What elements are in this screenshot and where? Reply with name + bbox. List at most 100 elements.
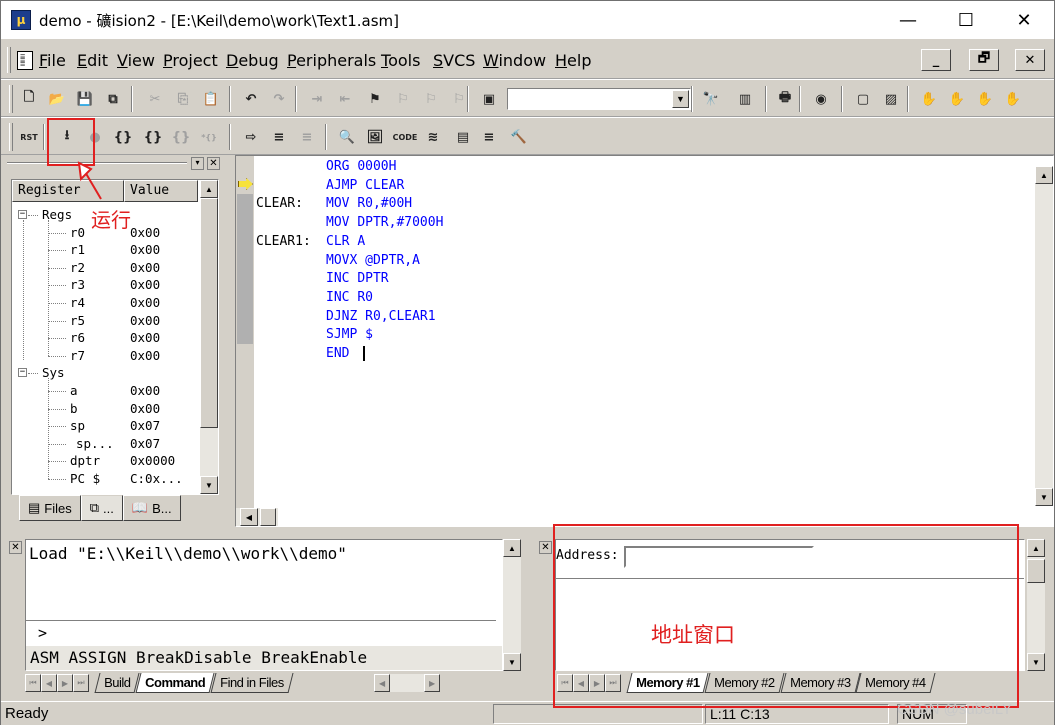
register-row[interactable]: r1 0x00 — [12, 241, 198, 259]
scroll-down-icon[interactable]: ▼ — [1027, 653, 1045, 671]
tab-books[interactable]: 📖 B... — [122, 495, 181, 521]
scroll-left-icon[interactable]: ◀ — [374, 674, 391, 692]
find-in-files-icon[interactable]: ▣ — [477, 88, 501, 110]
toolbar-grip[interactable] — [9, 85, 13, 113]
menu-grip[interactable] — [7, 47, 11, 73]
register-value[interactable]: 0x00 — [130, 277, 160, 292]
scroll-down-icon[interactable]: ▼ — [200, 476, 218, 494]
scroll-up-icon[interactable]: ▲ — [1035, 166, 1053, 184]
register-value[interactable]: 0x0000 — [130, 453, 175, 468]
open-folder-icon[interactable]: 📂 — [45, 88, 69, 110]
register-row[interactable]: r2 0x00 — [12, 259, 198, 277]
hand-icon[interactable]: ✋ — [917, 88, 941, 110]
register-value[interactable]: 0x00 — [130, 242, 160, 257]
scroll-right-icon[interactable]: ▶ — [424, 674, 441, 692]
hand-dis-icon[interactable]: ✋ — [973, 88, 997, 110]
cut-icon[interactable]: ✂ — [143, 88, 167, 110]
undo-icon[interactable]: ↶ — [239, 88, 263, 110]
hand-stop-icon[interactable]: ✋ — [945, 88, 969, 110]
bookmark-toggle-icon[interactable]: ⚑ — [363, 88, 387, 110]
save-all-icon[interactable]: ⧉ — [101, 88, 125, 110]
maximize-button[interactable]: ☐ — [937, 1, 995, 39]
chevron-down-icon[interactable]: ▼ — [672, 90, 689, 108]
register-row[interactable]: r5 0x00 — [12, 312, 198, 330]
copy-icon[interactable]: ⎘ — [171, 88, 195, 110]
toolbox-icon[interactable]: 🔨 — [507, 126, 531, 148]
close-icon[interactable]: ✕ — [207, 157, 220, 170]
register-row[interactable]: r7 0x00 — [12, 347, 198, 365]
register-value[interactable]: 0x00 — [130, 330, 160, 345]
source-editor[interactable]: ORG 0000H AJMP CLEAR CLEAR: MOV R0,#00H MOV … — [235, 155, 1054, 527]
view-doc-icon[interactable]: ▥ — [733, 88, 757, 110]
pane-menu-icon[interactable]: ▾ — [191, 157, 204, 170]
register-value[interactable]: 0x00 — [130, 401, 160, 416]
disassembly-icon[interactable]: 🔍 — [335, 126, 359, 148]
scroll-up-icon[interactable]: ▲ — [200, 180, 218, 198]
menu-window[interactable]: Window — [483, 51, 546, 70]
serial-window-icon[interactable]: ≡ — [477, 126, 501, 148]
scroll-down-icon[interactable]: ▼ — [1035, 488, 1053, 506]
command-prompt[interactable]: > — [38, 624, 47, 642]
performance-icon[interactable]: ≋ — [421, 126, 445, 148]
step-into-icon[interactable]: {} — [111, 126, 135, 148]
bookmark-prev-icon[interactable]: ⚐ — [391, 88, 415, 110]
prev-tab-icon[interactable]: ◀ — [41, 674, 57, 692]
hand-all-icon[interactable]: ✋ — [1001, 88, 1025, 110]
window-float-icon[interactable]: ▨ — [879, 88, 903, 110]
menu-project[interactable]: Project — [163, 51, 218, 70]
document-icon[interactable]: ≡ ≡ ≡ — [17, 51, 33, 70]
memory-window-icon[interactable]: ▤ — [451, 126, 475, 148]
run-to-cursor-icon[interactable]: *{} — [197, 126, 221, 148]
register-row[interactable]: r4 0x00 — [12, 294, 198, 312]
scroll-down-icon[interactable]: ▼ — [503, 653, 521, 671]
menu-file[interactable]: File — [39, 51, 66, 70]
memory-scrollbar[interactable]: ▲ ▼ — [1027, 539, 1045, 671]
mdi-close-button[interactable]: ✕ — [1015, 49, 1045, 71]
indent-icon[interactable]: ⇥ — [305, 88, 329, 110]
save-icon[interactable]: 💾 — [73, 88, 97, 110]
editor-gutter[interactable] — [236, 156, 254, 508]
close-icon[interactable]: ✕ — [9, 541, 22, 554]
register-value[interactable]: 0x07 — [130, 418, 160, 433]
register-value[interactable]: 0x00 — [130, 383, 160, 398]
register-row[interactable]: dptr 0x0000 — [12, 452, 198, 470]
register-row[interactable]: PC $ C:0x... — [12, 470, 198, 488]
unindent-icon[interactable]: ⇤ — [333, 88, 357, 110]
editor-hscrollbar[interactable]: ◀ — [236, 508, 278, 526]
enable-trace-icon[interactable]: ≡ — [267, 126, 291, 148]
code-coverage-icon[interactable]: CODE — [393, 126, 418, 148]
scroll-left-icon[interactable]: ◀ — [240, 508, 258, 526]
collapse-icon[interactable]: − — [18, 368, 27, 378]
output-window[interactable]: Load "E:\\Keil\\demo\\work\\demo" > ASM … — [25, 539, 503, 671]
minimize-button[interactable]: — — [879, 1, 937, 39]
last-tab-icon[interactable]: ⏭ — [73, 674, 89, 692]
menu-peripherals[interactable]: Peripherals — [287, 51, 376, 70]
view-trace-icon[interactable]: ≡ — [295, 126, 319, 148]
show-next-statement-icon[interactable]: ⇨ — [239, 126, 263, 148]
register-row[interactable]: r6 0x00 — [12, 329, 198, 347]
close-icon[interactable]: ✕ — [539, 541, 552, 554]
menu-help[interactable]: Help — [555, 51, 591, 70]
tab-files[interactable]: ▤ Files — [19, 495, 81, 521]
menu-debug[interactable]: Debug — [226, 51, 279, 70]
menu-tools[interactable]: Tools — [381, 51, 420, 70]
register-row[interactable]: sp 0x07 — [12, 417, 198, 435]
register-value[interactable]: 0x07 — [130, 436, 160, 451]
paste-icon[interactable]: 📋 — [199, 88, 223, 110]
register-value[interactable]: 0x00 — [130, 260, 160, 275]
tab-build[interactable]: Build — [94, 673, 140, 693]
close-button[interactable]: ✕ — [995, 1, 1053, 39]
watch-icon[interactable]: 🖼 — [363, 126, 387, 148]
register-value[interactable]: C:0x... — [130, 471, 183, 486]
register-row[interactable]: r3 0x00 — [12, 276, 198, 294]
register-value[interactable]: 0x00 — [130, 295, 160, 310]
menu-view[interactable]: View — [117, 51, 155, 70]
scroll-thumb[interactable] — [1027, 559, 1045, 583]
scroll-thumb[interactable] — [260, 508, 276, 526]
register-value[interactable]: 0x00 — [130, 225, 160, 240]
reset-cpu-icon[interactable]: RST — [17, 126, 41, 148]
register-value[interactable]: 0x00 — [130, 348, 160, 363]
step-out-icon[interactable]: {} — [169, 126, 193, 148]
register-row[interactable]: sp... 0x07 — [12, 435, 198, 453]
register-row[interactable]: a 0x00 — [12, 382, 198, 400]
